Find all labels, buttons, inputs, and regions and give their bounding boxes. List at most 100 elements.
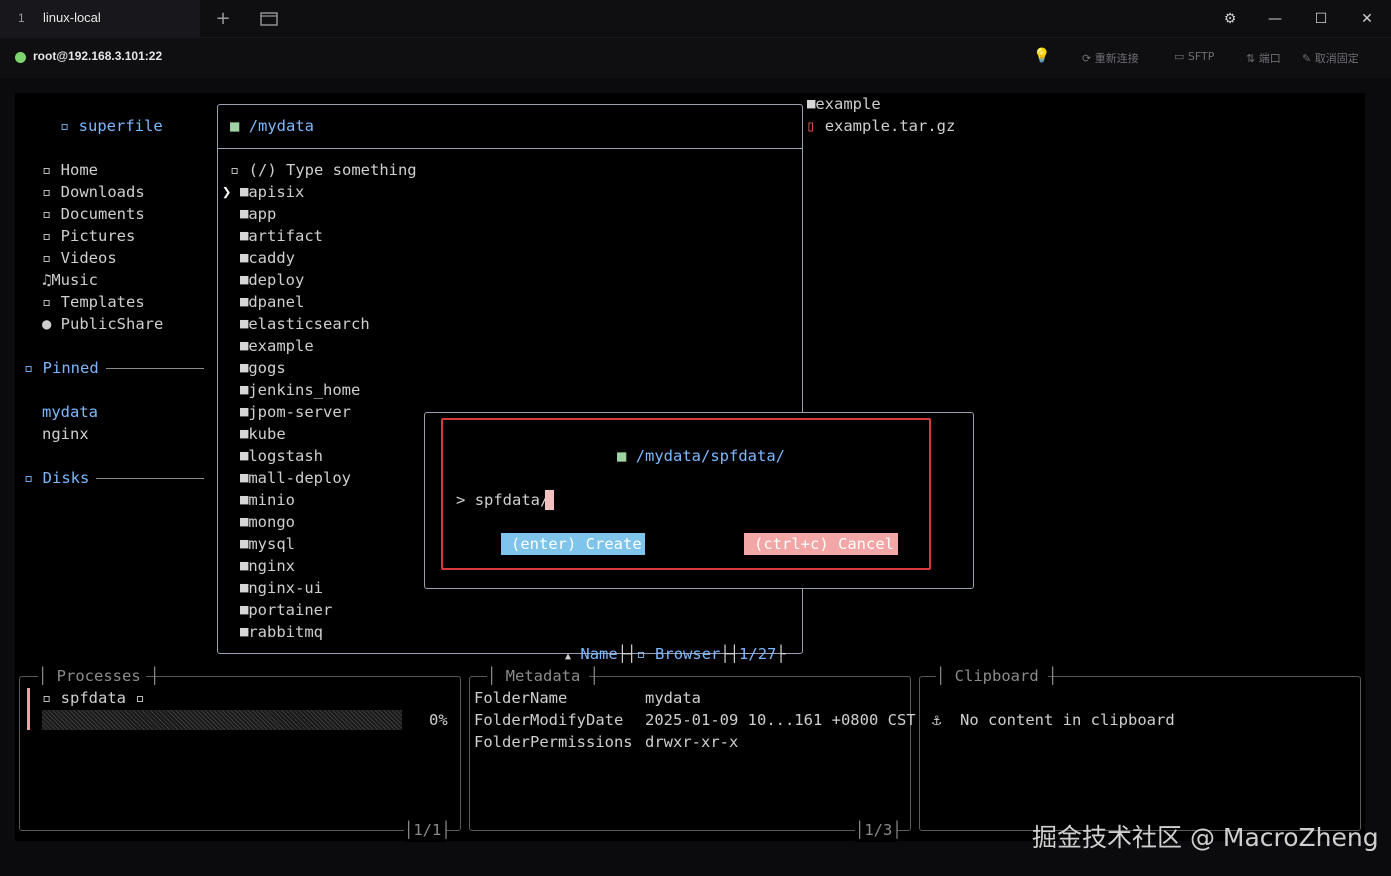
- folder-icon: ■: [239, 251, 250, 264]
- file-name: example: [248, 337, 314, 355]
- folder-icon: ■: [239, 361, 250, 374]
- file-name: jenkins_home: [248, 381, 361, 399]
- file-list-item[interactable]: ■ logstash: [239, 445, 323, 467]
- file-list-item[interactable]: ■ mall-deploy: [239, 467, 351, 489]
- file-name: mongo: [248, 513, 296, 531]
- tab-title: linux-local: [43, 10, 101, 25]
- file-list-item[interactable]: ■ portainer: [239, 599, 332, 621]
- minimize-icon[interactable]: —: [1263, 7, 1287, 31]
- close-icon[interactable]: ✕: [1355, 7, 1379, 31]
- file-name: minio: [248, 491, 296, 509]
- maximize-icon[interactable]: ☐: [1309, 7, 1333, 31]
- processes-title: │ Processes │: [38, 667, 160, 685]
- folder-icon: ■: [239, 625, 250, 638]
- folder-icon: ■: [239, 603, 250, 616]
- file-panel-divider: [217, 148, 803, 149]
- pinned-item-mydata[interactable]: mydata: [42, 401, 98, 423]
- file-list-item[interactable]: ■ app: [239, 203, 276, 225]
- file-name: nginx: [248, 557, 296, 575]
- text-cursor: [545, 490, 554, 510]
- file-name: mall-deploy: [248, 469, 351, 487]
- file-name: jpom-server: [248, 403, 351, 421]
- dialog-input[interactable]: > spfdata/: [456, 489, 549, 511]
- file-list-item[interactable]: ■ jenkins_home: [239, 379, 360, 401]
- cancel-button[interactable]: (ctrl+c) Cancel: [744, 533, 898, 555]
- file-list-item[interactable]: ■ apisix: [239, 181, 304, 203]
- metadata-value: mydata: [645, 689, 701, 707]
- title-bar: [0, 0, 1391, 38]
- metadata-value: 2025-01-09 10...161 +0800 CST: [645, 711, 916, 729]
- search-input[interactable]: ▫ (/) Type something: [230, 159, 417, 181]
- file-list-item[interactable]: ■ mongo: [239, 511, 295, 533]
- sidebar-item-publicshare[interactable]: ● PublicShare: [42, 313, 163, 335]
- connection-status-dot: [15, 52, 26, 63]
- file-name: mysql: [248, 535, 296, 553]
- file-list-item[interactable]: ■ minio: [239, 489, 295, 511]
- file-list-item[interactable]: ■ artifact: [239, 225, 323, 247]
- process-highlight: [27, 688, 30, 730]
- file-list-item[interactable]: ■ kube: [239, 423, 286, 445]
- file-list-item[interactable]: ■ nginx: [239, 555, 295, 577]
- process-progress-text: 0%: [429, 711, 448, 729]
- folder-icon: ■: [239, 317, 250, 330]
- file-list-item[interactable]: ■ nginx-ui: [239, 577, 323, 599]
- file-list-item[interactable]: ■ elasticsearch: [239, 313, 370, 335]
- metadata-key: FolderPermissions: [474, 733, 633, 751]
- unpin-button[interactable]: ✎ 取消固定: [1302, 50, 1359, 66]
- pinned-divider: [106, 368, 204, 369]
- file-name: artifact: [248, 227, 323, 245]
- file-list-item[interactable]: ■ deploy: [239, 269, 304, 291]
- sidebar-title: ▫ superfile: [60, 117, 163, 135]
- plus-icon[interactable]: +: [211, 7, 235, 31]
- sidebar-item-home[interactable]: ▫ Home: [42, 159, 98, 181]
- folder-icon: ■: [239, 449, 250, 462]
- file-list-item[interactable]: ■ jpom-server: [239, 401, 351, 423]
- mode-label: Browser: [655, 645, 721, 663]
- pinned-item-nginx[interactable]: nginx: [42, 423, 89, 445]
- folder-icon: ■: [239, 185, 250, 198]
- gear-icon[interactable]: ⚙: [1218, 7, 1242, 31]
- folder-icon: ■: [239, 515, 250, 528]
- folder-icon: ■: [239, 581, 250, 594]
- bulb-icon[interactable]: 💡: [1033, 48, 1050, 64]
- watermark: 掘金技术社区 @ MacroZheng: [1032, 823, 1379, 852]
- folder-icon: ■: [239, 471, 250, 484]
- sidebar-item-downloads[interactable]: ▫ Downloads: [42, 181, 145, 203]
- folder-icon: ■: [239, 295, 250, 308]
- file-list-item[interactable]: ■ rabbitmq: [239, 621, 323, 643]
- sidebar-item-pictures[interactable]: ▫ Pictures: [42, 225, 135, 247]
- file-name: app: [248, 205, 277, 223]
- pinned-section-label: ▫ Pinned: [24, 359, 99, 377]
- folder-icon: ■: [239, 273, 250, 286]
- folder-icon: ■: [239, 559, 250, 572]
- selection-chevron-icon: ❯: [222, 183, 232, 201]
- panel-path: ■ /mydata: [230, 117, 315, 135]
- file-list-item[interactable]: ■ example: [239, 335, 314, 357]
- metadata-title: │ Metadata │: [487, 667, 599, 685]
- tab-linux-local[interactable]: 1 linux-local: [0, 0, 200, 38]
- sftp-button[interactable]: ▭ SFTP: [1174, 50, 1214, 63]
- folder-icon: ■: [239, 493, 250, 506]
- reconnect-button[interactable]: ⟳ 重新连接: [1082, 50, 1139, 66]
- port-button[interactable]: ⇅ 端口: [1246, 50, 1281, 66]
- sidebar-item-templates[interactable]: ▫ Templates: [42, 291, 145, 313]
- file-name: logstash: [248, 447, 323, 465]
- sidebar-item-documents[interactable]: ▫ Documents: [42, 203, 145, 225]
- sidebar-item-music[interactable]: ♫Music: [42, 269, 98, 291]
- file-list-item[interactable]: ■ caddy: [239, 247, 295, 269]
- disks-divider: [96, 478, 204, 479]
- file-list-item[interactable]: ■ gogs: [239, 357, 286, 379]
- metadata-key: FolderName: [474, 689, 568, 707]
- process-item[interactable]: ▫ spfdata ▫: [42, 687, 145, 709]
- file-list-item[interactable]: ■ dpanel: [239, 291, 304, 313]
- folder-icon: ■: [239, 339, 250, 352]
- sidebar-item-videos[interactable]: ▫ Videos: [42, 247, 117, 269]
- file-name: elasticsearch: [248, 315, 370, 333]
- preview-item-archive[interactable]: ▯ example.tar.gz: [806, 115, 955, 137]
- tab-list-icon[interactable]: [257, 7, 281, 31]
- folder-icon: ■: [239, 405, 250, 418]
- preview-item-example[interactable]: ■ example: [806, 93, 881, 115]
- processes-count: │1/1│: [404, 821, 451, 839]
- create-button[interactable]: (enter) Create: [501, 533, 645, 555]
- file-list-item[interactable]: ■ mysql: [239, 533, 295, 555]
